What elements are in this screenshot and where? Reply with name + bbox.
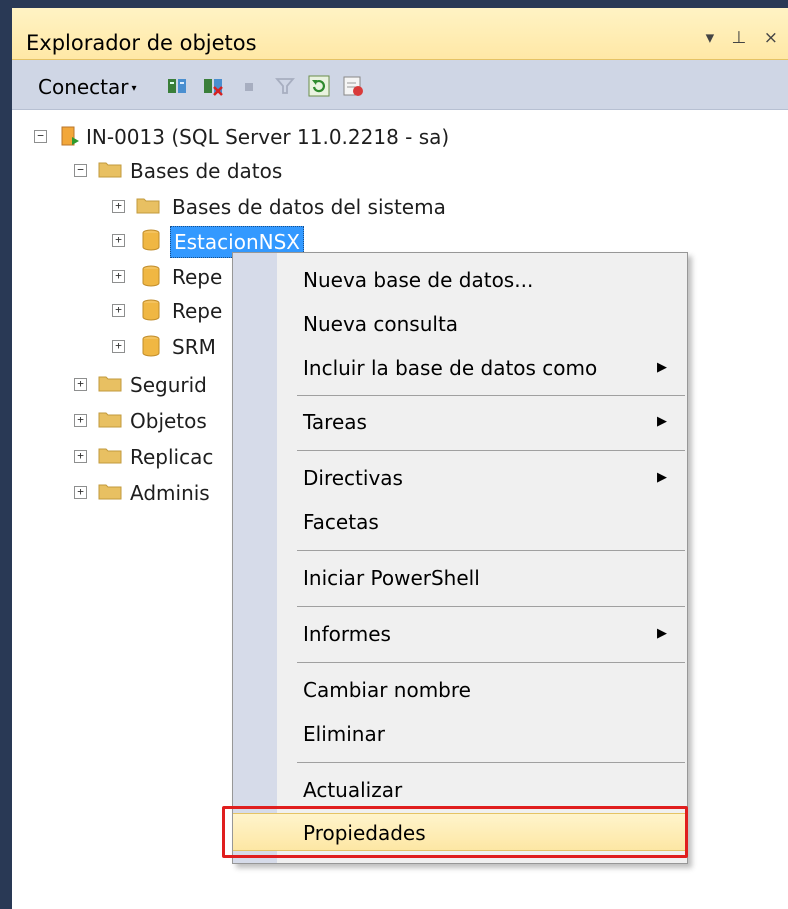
expand-toggle-icon[interactable]: + (112, 304, 125, 317)
folder-icon (98, 376, 122, 392)
menu-separator (297, 606, 685, 607)
menu-separator (297, 450, 685, 451)
menu-item-refresh[interactable]: Actualizar (233, 771, 687, 809)
expand-toggle-icon[interactable]: + (112, 234, 125, 247)
tree-node-label: Repe (172, 265, 223, 289)
window-top-frame (0, 0, 788, 8)
submenu-arrow-icon: ▶ (657, 626, 667, 641)
panel-titlebar: Explorador de objetos ▾ ⊥ × (12, 8, 788, 60)
connect-label: Conectar (38, 75, 129, 99)
stop-icon[interactable] (238, 75, 260, 97)
menu-item-rename[interactable]: Cambiar nombre (233, 671, 687, 709)
menu-item-reports[interactable]: Informes ▶ (233, 615, 687, 653)
object-explorer-toolbar: Conectar ▾ (12, 60, 788, 110)
menu-item-label: Actualizar (303, 778, 403, 802)
submenu-arrow-icon: ▶ (657, 360, 667, 375)
menu-item-label: Informes (303, 622, 391, 646)
window-left-frame (0, 0, 12, 909)
menu-separator (297, 550, 685, 551)
menu-item-label: Tareas (303, 410, 367, 434)
menu-separator (297, 395, 685, 396)
expand-toggle-icon[interactable]: + (74, 378, 87, 391)
menu-item-new-database[interactable]: Nueva base de datos... (233, 261, 687, 299)
tree-node-label: Repe (172, 299, 223, 323)
menu-item-label: Iniciar PowerShell (303, 566, 480, 590)
menu-item-label: Facetas (303, 510, 379, 534)
activity-monitor-icon[interactable] (342, 75, 364, 97)
menu-item-label: Incluir la base de datos como (303, 356, 598, 380)
tree-node-label: Bases de datos del sistema (172, 195, 446, 219)
expand-toggle-icon[interactable]: + (112, 340, 125, 353)
menu-item-delete[interactable]: Eliminar (233, 715, 687, 753)
menu-item-label: Cambiar nombre (303, 678, 471, 702)
menu-item-label: Eliminar (303, 722, 385, 746)
menu-item-script-database-as[interactable]: Incluir la base de datos como ▶ (233, 349, 687, 387)
menu-item-label: Nueva consulta (303, 312, 459, 336)
folder-icon (98, 448, 122, 464)
expand-toggle-icon[interactable]: + (112, 200, 125, 213)
connect-server-icon[interactable] (166, 75, 188, 97)
menu-item-new-query[interactable]: Nueva consulta (233, 305, 687, 343)
submenu-arrow-icon: ▶ (657, 470, 667, 485)
expand-toggle-icon[interactable]: + (74, 450, 87, 463)
folder-icon (98, 484, 122, 500)
tree-node-label: Segurid (130, 373, 207, 397)
menu-item-facets[interactable]: Facetas (233, 503, 687, 541)
tree-node-label: Adminis (130, 481, 210, 505)
highlight-box-annotation (222, 806, 688, 858)
connect-button[interactable]: Conectar ▾ (38, 75, 137, 99)
menu-item-policies[interactable]: Directivas ▶ (233, 459, 687, 497)
folder-icon (98, 162, 122, 178)
panel-window-controls[interactable]: ▾ ⊥ × (706, 28, 784, 48)
collapse-toggle-icon[interactable]: − (74, 164, 87, 177)
database-icon (142, 265, 160, 287)
menu-separator (297, 662, 685, 663)
folder-icon (98, 412, 122, 428)
folder-icon (136, 198, 160, 214)
collapse-toggle-icon[interactable]: − (34, 130, 47, 143)
menu-item-tasks[interactable]: Tareas ▶ (233, 403, 687, 441)
expand-toggle-icon[interactable]: + (112, 270, 125, 283)
database-icon (142, 299, 160, 321)
database-icon (142, 335, 160, 357)
expand-toggle-icon[interactable]: + (74, 486, 87, 499)
menu-item-label: Nueva base de datos... (303, 268, 534, 292)
expand-toggle-icon[interactable]: + (74, 414, 87, 427)
tree-node-label: Replicac (130, 445, 214, 469)
submenu-arrow-icon: ▶ (657, 414, 667, 429)
menu-item-start-powershell[interactable]: Iniciar PowerShell (233, 559, 687, 597)
tree-node-label: SRM (172, 335, 216, 359)
refresh-icon[interactable] (308, 75, 330, 97)
disconnect-server-icon[interactable] (202, 75, 224, 97)
server-label: IN-0013 (SQL Server 11.0.2218 - sa) (86, 125, 450, 149)
menu-separator (297, 762, 685, 763)
tree-node-label: Bases de datos (130, 159, 283, 183)
panel-title: Explorador de objetos (26, 31, 257, 55)
database-icon (142, 229, 160, 251)
filter-icon[interactable] (274, 75, 296, 97)
menu-item-label: Directivas (303, 466, 403, 490)
tree-node-label: Objetos (130, 409, 207, 433)
connect-dropdown-arrow-icon[interactable]: ▾ (132, 83, 137, 94)
server-connected-icon (61, 126, 79, 146)
context-menu: Nueva base de datos... Nueva consulta In… (232, 252, 688, 864)
